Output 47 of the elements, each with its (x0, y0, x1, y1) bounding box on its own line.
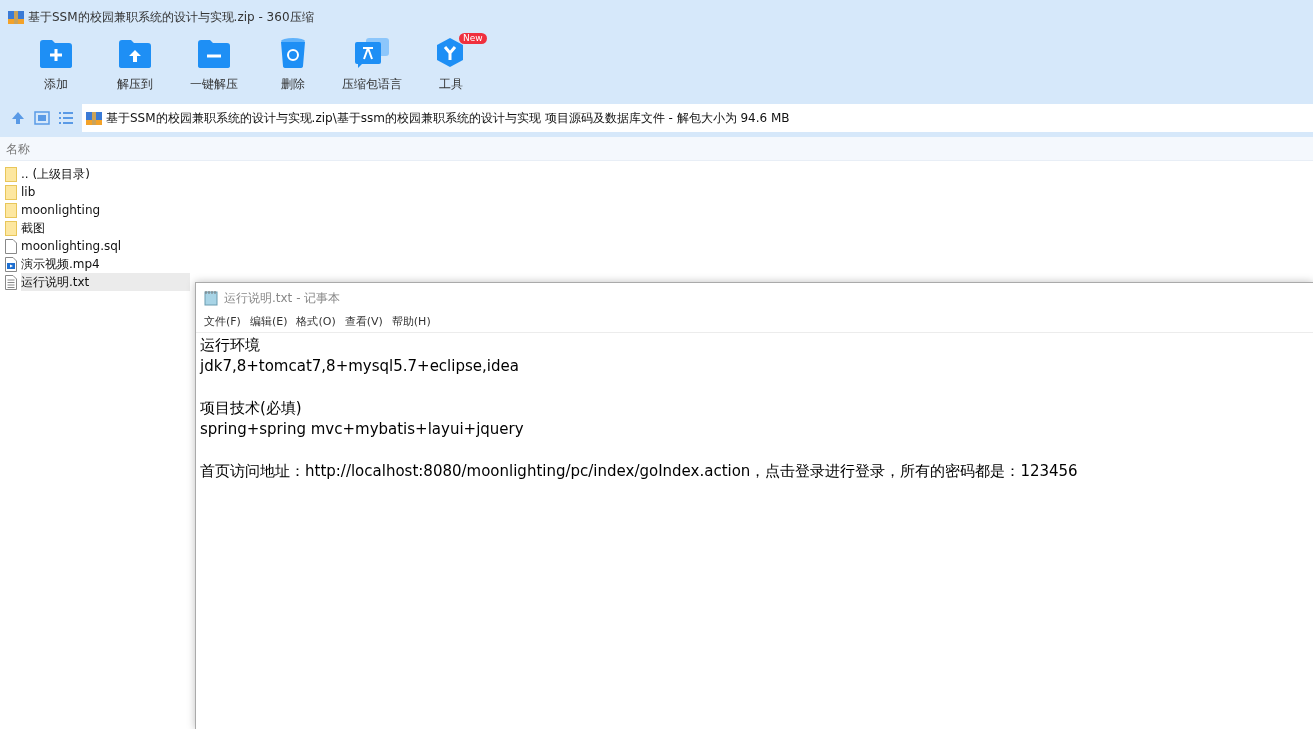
text-line: spring+spring mvc+mybatis+layui+jquery (200, 419, 525, 440)
text-line: 项目技术(必填) (200, 398, 303, 419)
notepad-icon (204, 290, 218, 306)
panel-view-icon[interactable] (34, 111, 50, 125)
toolbar-button[interactable]: 工具 New (411, 33, 490, 103)
folder-icon (5, 202, 17, 218)
up-arrow-icon[interactable] (10, 110, 26, 126)
text-line: 首页访问地址：http://localhost:8080/moonlighting/pc/index/goIndex.action，点击登录进行登录，所有的密码都是：123456 (200, 461, 1079, 482)
folder-up-arrow-icon (117, 39, 152, 69)
file-name[interactable]: moonlighting (21, 201, 190, 219)
recycle-bin-icon (279, 37, 306, 69)
toolbar-button[interactable]: 删除 (253, 33, 332, 103)
toolbar-button[interactable]: 一键解压 (174, 33, 253, 103)
archive-icon (8, 8, 24, 25)
file-name[interactable]: .. (上级目录) (21, 165, 190, 183)
folder-minus-icon (196, 39, 231, 69)
address-field[interactable]: 基于SSM的校园兼职系统的设计与实现.zip\基于ssm的校园兼职系统的设计与实现 项目源码及数据库文件 - 解包大小为 94.6 MB (82, 104, 1313, 132)
file-name[interactable]: lib (21, 183, 190, 201)
window-title: 基于SSM的校园兼职系统的设计与实现.zip - 360压缩 (28, 8, 314, 26)
folder-icon (5, 220, 17, 236)
menu-item[interactable]: 编辑(E) (245, 314, 292, 331)
file-icon (5, 238, 17, 254)
file-name[interactable]: 演示视频.mp4 (21, 255, 190, 273)
address-path: 基于SSM的校园兼职系统的设计与实现.zip\基于ssm的校园兼职系统的设计与实现 项目源码及数据库文件 - 解包大小为 94.6 MB (106, 110, 790, 127)
folder-icon (5, 184, 17, 200)
archive-icon (86, 110, 102, 126)
folder-plus-icon (38, 39, 73, 69)
list-view-icon[interactable] (58, 111, 74, 125)
text-file-icon (5, 274, 17, 290)
menu-item[interactable]: 帮助(H) (387, 314, 435, 331)
column-header[interactable]: 名称 (6, 140, 30, 160)
toolbar-button[interactable]: 压缩包语言 (332, 33, 411, 103)
menu-item[interactable]: 文件(F) (200, 314, 245, 331)
text-line: jdk7,8+tomcat7,8+mysql5.7+eclipse,idea (200, 356, 520, 377)
folder-icon (5, 166, 17, 182)
notepad-title: 运行说明.txt - 记事本 (224, 290, 341, 307)
file-name[interactable]: 截图 (21, 219, 190, 237)
menu-item[interactable]: 格式(O) (292, 314, 340, 331)
translate-icon (353, 37, 390, 69)
toolbar-button[interactable]: 解压到 (95, 33, 174, 103)
menu-item[interactable]: 查看(V) (340, 314, 387, 331)
file-name[interactable]: 运行说明.txt (21, 273, 190, 291)
video-file-icon (5, 256, 17, 272)
toolbar-button[interactable]: 添加 (16, 33, 95, 103)
file-name[interactable]: moonlighting.sql (21, 237, 190, 255)
text-line: 运行环境 (200, 335, 261, 356)
new-badge: New (459, 33, 487, 44)
